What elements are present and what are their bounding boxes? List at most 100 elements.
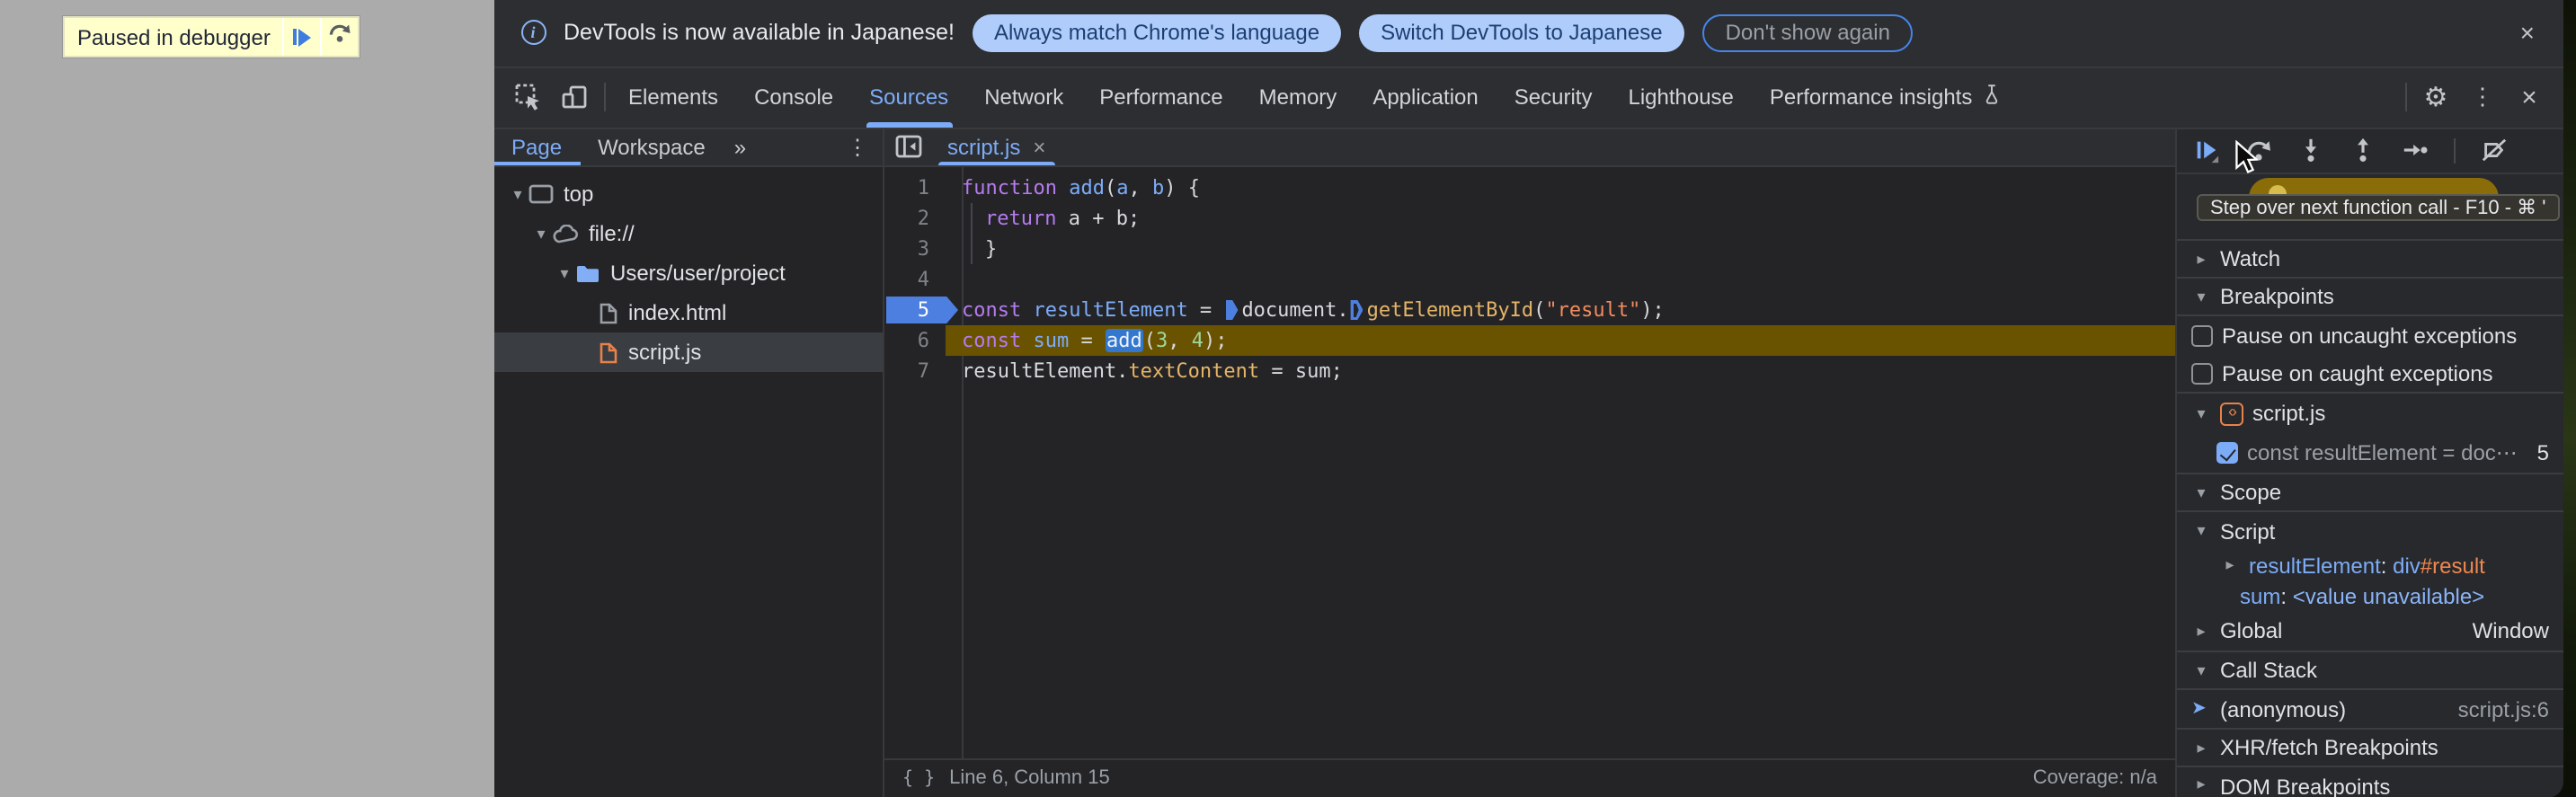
section-xhr-breakpoints[interactable]: ▸ XHR/fetch Breakpoints xyxy=(2177,728,2563,766)
devtools-menu-icon[interactable]: ⋮ xyxy=(2459,67,2506,127)
section-watch[interactable]: ▸ Watch xyxy=(2177,239,2563,277)
breakpoint-enabled-checkbox[interactable] xyxy=(2216,442,2238,464)
code-line-1: 1 function add(a, b) { xyxy=(884,173,2175,203)
mouse-cursor xyxy=(2234,139,2260,183)
chevron-down-icon[interactable]: ▾ xyxy=(2191,483,2211,502)
tree-item-top[interactable]: ▾ top xyxy=(493,174,883,214)
chevron-down-icon[interactable]: ▾ xyxy=(531,224,551,244)
line-number[interactable]: 3 xyxy=(884,234,946,264)
scope-var-resultElement[interactable]: ▸ resultElement: div#result xyxy=(2177,550,2563,580)
tree-item-file-scheme[interactable]: ▾ file:// xyxy=(493,214,883,253)
section-dom-breakpoints[interactable]: ▸ DOM Breakpoints xyxy=(2177,766,2563,797)
resume-icon xyxy=(293,28,312,46)
chevron-down-icon[interactable]: ▾ xyxy=(2191,287,2211,306)
inspect-element-icon[interactable] xyxy=(504,67,551,127)
tab-lighthouse[interactable]: Lighthouse xyxy=(1610,67,1751,127)
tab-memory[interactable]: Memory xyxy=(1241,67,1355,127)
chevron-down-icon[interactable]: ▾ xyxy=(2191,403,2211,423)
tab-security[interactable]: Security xyxy=(1497,67,1611,127)
pause-on-caught-row: Pause on caught exceptions xyxy=(2177,354,2563,392)
navigator-menu-icon[interactable]: ⋮ xyxy=(832,128,883,165)
devtools-tabbar: Elements Console Sources Network Perform… xyxy=(493,67,2563,128)
match-chrome-language-button[interactable]: Always match Chrome's language xyxy=(973,13,1342,52)
deactivate-breakpoints-button[interactable] xyxy=(2481,137,2508,164)
breakpoint-file-group[interactable]: ▾ ‹› script.js xyxy=(2177,394,2563,433)
chevron-down-icon[interactable]: ▾ xyxy=(2191,521,2211,541)
chevron-right-icon[interactable]: ▸ xyxy=(2191,775,2211,794)
editor-tabstrip: script.js × xyxy=(884,128,2175,167)
section-breakpoints[interactable]: ▾ Breakpoints xyxy=(2177,277,2563,314)
tab-network[interactable]: Network xyxy=(966,67,1081,127)
tab-elements[interactable]: Elements xyxy=(610,67,736,127)
call-stack-frame[interactable]: ➤ (anonymous) script.js:6 xyxy=(2177,688,2563,728)
tree-item-project-folder[interactable]: ▾ Users/user/project xyxy=(493,253,883,293)
scope-global-group[interactable]: ▸ Global Window xyxy=(2177,611,2563,651)
pause-on-uncaught-row: Pause on uncaught exceptions xyxy=(2177,316,2563,354)
devtools-close-icon[interactable]: × xyxy=(2506,67,2553,127)
line-number[interactable]: 4 xyxy=(884,264,946,295)
scope-script-group[interactable]: ▾ Script xyxy=(2177,512,2563,550)
frame-location: script.js:6 xyxy=(2457,696,2549,722)
tab-console[interactable]: Console xyxy=(736,67,851,127)
scope-contents: ▾ Script ▸ resultElement: div#result sum… xyxy=(2177,510,2563,651)
section-scope[interactable]: ▾ Scope xyxy=(2177,473,2563,510)
line-number[interactable]: 1 xyxy=(884,173,946,203)
chevron-right-icon[interactable]: ▸ xyxy=(2220,555,2240,575)
frame-icon xyxy=(528,183,553,205)
cloud-icon xyxy=(551,224,578,244)
step-button[interactable] xyxy=(2402,137,2429,164)
infobar-close-icon[interactable]: × xyxy=(2513,17,2542,49)
editor-tab-script-js[interactable]: script.js × xyxy=(931,128,1061,165)
chevron-right-icon[interactable]: ▸ xyxy=(2191,249,2211,269)
paused-label-wrap: Paused in debugger xyxy=(65,18,283,56)
chevron-down-icon[interactable]: ▾ xyxy=(508,184,528,204)
tree-item-index-html[interactable]: index.html xyxy=(493,293,883,332)
pretty-print-icon[interactable]: { } xyxy=(902,769,935,789)
settings-gear-icon[interactable]: ⚙ xyxy=(2412,67,2459,127)
chevron-right-icon[interactable]: ▸ xyxy=(2191,738,2211,757)
flask-icon xyxy=(1981,83,2003,111)
tree-item-script-js[interactable]: script.js xyxy=(493,332,883,372)
tab-sources[interactable]: Sources xyxy=(851,67,966,127)
navigator-tab-page[interactable]: Page xyxy=(493,128,581,165)
line-number[interactable]: 6 xyxy=(884,325,946,356)
screen: Paused in debugger i DevTools is now ava… xyxy=(0,0,2576,797)
tabbar-divider xyxy=(603,83,605,111)
step-into-button[interactable] xyxy=(2297,137,2324,164)
line-number[interactable]: 7 xyxy=(884,356,946,386)
breakpoint-entry[interactable]: const resultElement = doc⋯ 5 xyxy=(2177,433,2563,473)
code-line-5: 5 const resultElement = document. getElem… xyxy=(884,295,2175,325)
tab-performance-insights[interactable]: Performance insights xyxy=(1752,67,2021,127)
device-toolbar-icon[interactable] xyxy=(551,67,598,127)
step-out-button[interactable] xyxy=(2349,137,2376,164)
infobar-message: DevTools is now available in Japanese! xyxy=(564,20,955,46)
chevron-down-icon[interactable]: ▾ xyxy=(555,263,574,283)
line-number-breakpoint[interactable]: 5 xyxy=(884,295,958,325)
breakpoint-line-number: 5 xyxy=(2536,440,2549,465)
tab-application[interactable]: Application xyxy=(1355,67,1496,127)
scope-var-sum[interactable]: sum: <value unavailable> xyxy=(2177,580,2563,611)
cursor-position: Line 6, Column 15 xyxy=(949,767,1110,790)
code-editor[interactable]: 1 function add(a, b) { 2 return a + b; 3… xyxy=(884,167,2175,758)
line-number[interactable]: 2 xyxy=(884,203,946,234)
pause-on-uncaught-checkbox[interactable] xyxy=(2191,324,2213,346)
resume-script-button[interactable] xyxy=(284,18,321,56)
tab-performance[interactable]: Performance xyxy=(1081,67,1240,127)
dont-show-again-button[interactable]: Don't show again xyxy=(1701,13,1914,52)
tab-close-icon[interactable]: × xyxy=(1033,135,1045,160)
resume-button[interactable] xyxy=(2193,137,2220,164)
global-value: Window xyxy=(2472,618,2549,643)
section-call-stack[interactable]: ▾ Call Stack xyxy=(2177,651,2563,688)
switch-to-japanese-button[interactable]: Switch DevTools to Japanese xyxy=(1359,13,1684,52)
more-tabs-icon[interactable]: » xyxy=(724,128,757,165)
chevron-down-icon[interactable]: ▾ xyxy=(2191,660,2211,680)
step-over-overlay-button[interactable] xyxy=(322,18,359,56)
step-over-icon xyxy=(328,20,353,54)
chevron-right-icon[interactable]: ▸ xyxy=(2191,621,2211,641)
editor-statusbar: { } Line 6, Column 15 Coverage: n/a xyxy=(884,758,2175,797)
active-frame-arrow-icon: ➤ xyxy=(2191,699,2207,719)
toggle-navigator-icon[interactable] xyxy=(884,128,931,165)
navigator-tab-workspace[interactable]: Workspace xyxy=(580,128,724,165)
pause-on-caught-checkbox[interactable] xyxy=(2191,362,2213,384)
controls-divider xyxy=(2454,137,2456,164)
